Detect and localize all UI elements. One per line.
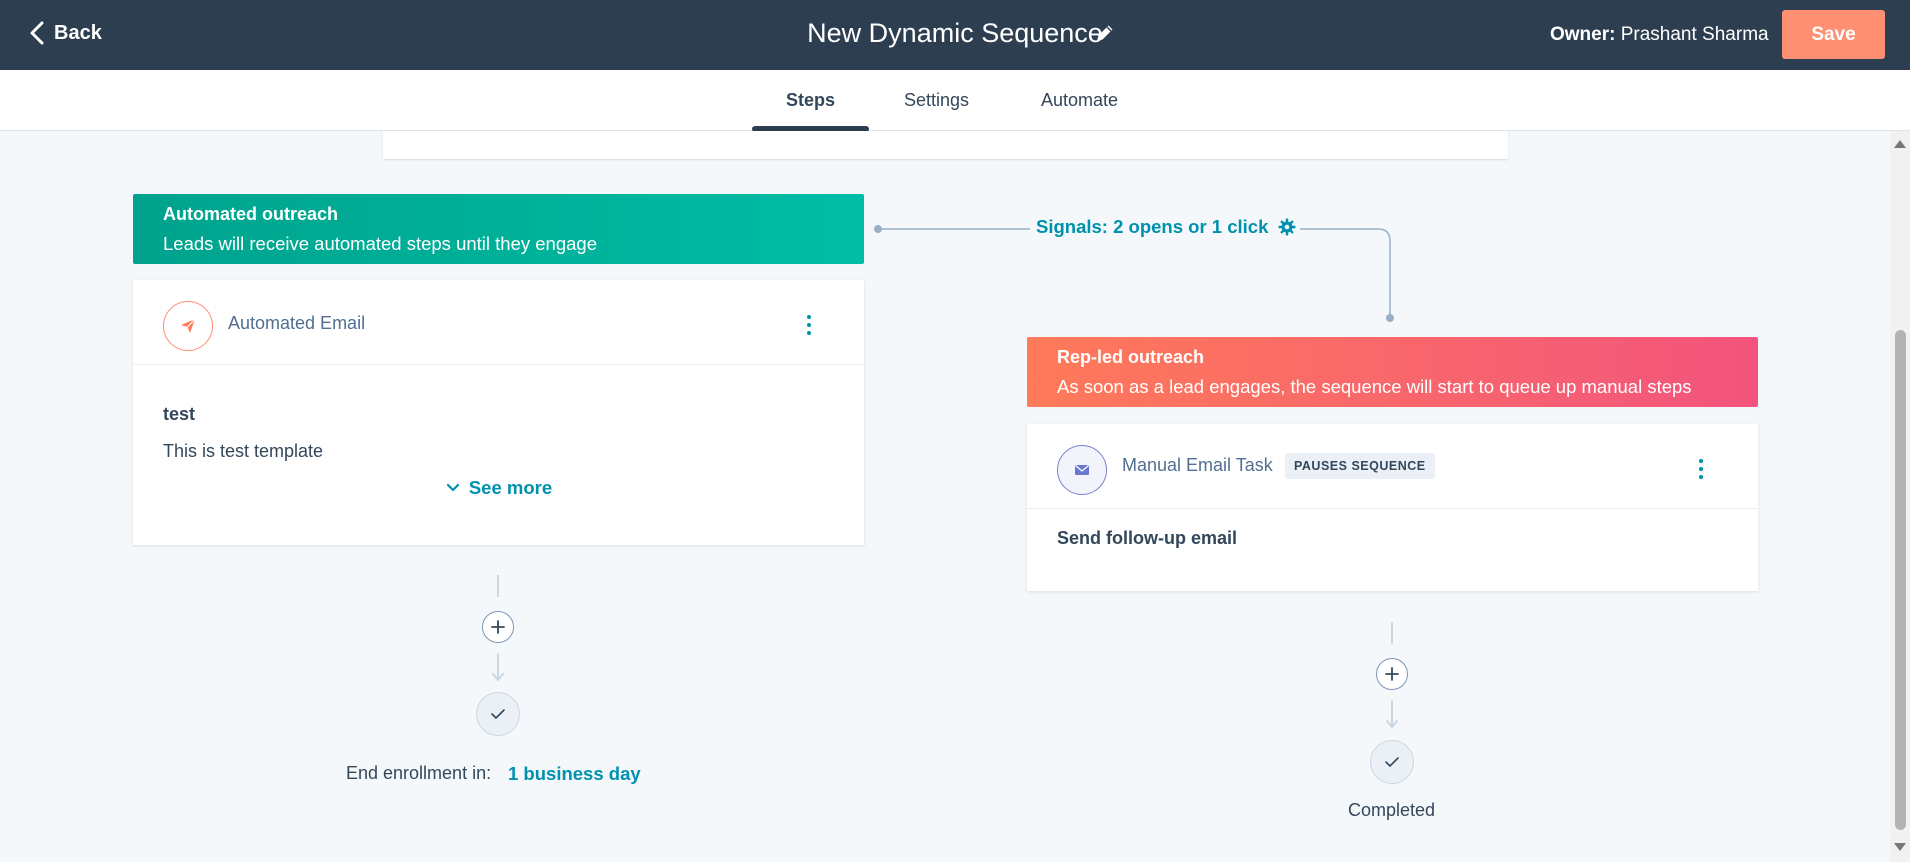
back-label: Back xyxy=(54,21,102,44)
automated-outreach-description: Leads will receive automated steps until… xyxy=(163,233,597,254)
tab-settings[interactable]: Settings xyxy=(904,90,969,111)
flow-line xyxy=(497,575,499,597)
tab-steps[interactable]: Steps xyxy=(786,90,835,111)
email-template-name: test xyxy=(163,404,196,424)
save-button[interactable]: Save xyxy=(1782,10,1885,59)
step-card-header: Automated Email xyxy=(133,280,864,365)
checkmark-icon xyxy=(491,709,505,719)
arrow-down-icon xyxy=(1386,700,1398,729)
pencil-icon[interactable] xyxy=(1094,22,1116,44)
step-card-header: Manual Email Task PAUSES SEQUENCE xyxy=(1027,424,1758,509)
step-icon-circle xyxy=(163,301,213,351)
completed-check-circle xyxy=(1370,740,1414,784)
plus-icon xyxy=(491,620,505,634)
completed-label: Completed xyxy=(1348,800,1436,820)
task-title: Send follow-up email xyxy=(1057,528,1238,548)
rep-led-outreach-description: As soon as a lead engages, the sequence … xyxy=(1057,376,1692,397)
arrow-down-icon xyxy=(492,653,504,682)
scrollbar-thumb[interactable] xyxy=(1895,330,1906,830)
end-enrollment-link[interactable]: 1 business day xyxy=(508,763,641,785)
automated-outreach-title: Automated outreach xyxy=(163,204,339,224)
email-template-preview: This is test template xyxy=(163,441,324,461)
rep-led-outreach-title: Rep-led outreach xyxy=(1057,347,1205,367)
plus-icon xyxy=(1385,667,1399,681)
manual-email-task-card[interactable]: Manual Email Task PAUSES SEQUENCE Send f… xyxy=(1027,424,1758,591)
pauses-sequence-badge: PAUSES SEQUENCE xyxy=(1285,453,1435,479)
flow-line xyxy=(1391,622,1393,644)
owner-name: Prashant Sharma xyxy=(1620,24,1769,45)
sequence-title[interactable]: New Dynamic Sequence xyxy=(807,18,1103,49)
scroll-down-arrow-icon[interactable] xyxy=(1894,843,1906,851)
gear-icon[interactable] xyxy=(1278,218,1296,236)
step-type-label: Manual Email Task xyxy=(1122,455,1273,475)
scroll-up-arrow-icon[interactable] xyxy=(1894,140,1906,148)
more-options-icon[interactable] xyxy=(797,313,821,337)
step-type-label: Automated Email xyxy=(228,313,366,333)
previous-section-card xyxy=(383,131,1508,159)
chevron-down-icon xyxy=(446,483,459,492)
automated-email-step-card[interactable]: Automated Email test This is test templa… xyxy=(133,280,864,545)
signals-label: Signals: 2 opens or 1 click xyxy=(1036,216,1269,237)
checkmark-icon xyxy=(1385,757,1399,767)
signals-setting[interactable]: Signals: 2 opens or 1 click xyxy=(1032,216,1301,238)
end-check-circle xyxy=(476,692,520,736)
top-bar: Back New Dynamic Sequence Owner: Prashan… xyxy=(0,0,1910,70)
paper-plane-icon xyxy=(181,318,196,333)
back-button[interactable]: Back xyxy=(28,20,102,46)
add-step-button[interactable] xyxy=(1376,658,1408,690)
owner-label: Owner: xyxy=(1550,24,1616,45)
envelope-icon xyxy=(1075,465,1089,475)
see-more-label: See more xyxy=(468,477,553,498)
more-options-icon[interactable] xyxy=(1689,457,1713,481)
automated-outreach-banner: Automated outreach Leads will receive au… xyxy=(133,194,864,264)
tab-automate[interactable]: Automate xyxy=(1041,90,1118,111)
end-enrollment-label: End enrollment in: xyxy=(346,763,492,783)
tab-bar: Steps Settings Automate xyxy=(0,70,1910,132)
see-more-link[interactable]: See more xyxy=(445,477,552,499)
add-step-button[interactable] xyxy=(482,611,514,643)
chevron-left-icon xyxy=(30,21,44,45)
owner-info[interactable]: Owner: Prashant Sharma xyxy=(1550,24,1769,46)
rep-led-outreach-banner: Rep-led outreach As soon as a lead engag… xyxy=(1027,337,1758,407)
step-icon-circle xyxy=(1057,445,1107,495)
